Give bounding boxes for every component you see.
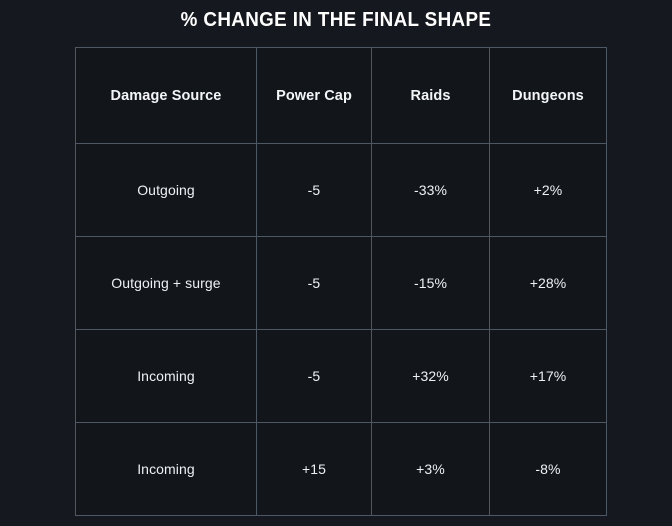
- cell-damage-source: Incoming: [75, 329, 257, 423]
- table-row: Incoming -5 +32% +17%: [75, 329, 607, 423]
- cell-damage-source: Outgoing: [75, 143, 257, 237]
- cell-dungeons: +2%: [489, 143, 607, 237]
- page-root: % CHANGE IN THE FINAL SHAPE Damage Sourc…: [0, 0, 672, 526]
- table-header: Damage Source Power Cap Raids Dungeons: [75, 47, 607, 144]
- cell-dungeons: +17%: [489, 329, 607, 423]
- cell-damage-source: Outgoing + surge: [75, 236, 257, 330]
- column-header-raids: Raids: [371, 47, 490, 144]
- table-row: Outgoing + surge -5 -15% +28%: [75, 236, 607, 330]
- table-container: Damage Source Power Cap Raids Dungeons O…: [75, 47, 607, 516]
- cell-power-cap: -5: [256, 329, 372, 423]
- cell-dungeons: +28%: [489, 236, 607, 330]
- column-header-damage-source: Damage Source: [75, 47, 257, 144]
- cell-raids: +32%: [371, 329, 490, 423]
- column-header-power-cap: Power Cap: [256, 47, 372, 144]
- cell-power-cap: -5: [256, 236, 372, 330]
- cell-power-cap: -5: [256, 143, 372, 237]
- cell-raids: +3%: [371, 422, 490, 516]
- damage-change-table: Damage Source Power Cap Raids Dungeons O…: [75, 47, 607, 516]
- cell-raids: -15%: [371, 236, 490, 330]
- table-header-row: Damage Source Power Cap Raids Dungeons: [75, 47, 607, 144]
- table-row: Outgoing -5 -33% +2%: [75, 143, 607, 237]
- cell-dungeons: -8%: [489, 422, 607, 516]
- column-header-dungeons: Dungeons: [489, 47, 607, 144]
- page-title: % CHANGE IN THE FINAL SHAPE: [180, 9, 492, 31]
- cell-raids: -33%: [371, 143, 490, 237]
- cell-power-cap: +15: [256, 422, 372, 516]
- cell-damage-source: Incoming: [75, 422, 257, 516]
- table-body: Outgoing -5 -33% +2% Outgoing + surge -5…: [75, 143, 607, 516]
- table-row: Incoming +15 +3% -8%: [75, 422, 607, 516]
